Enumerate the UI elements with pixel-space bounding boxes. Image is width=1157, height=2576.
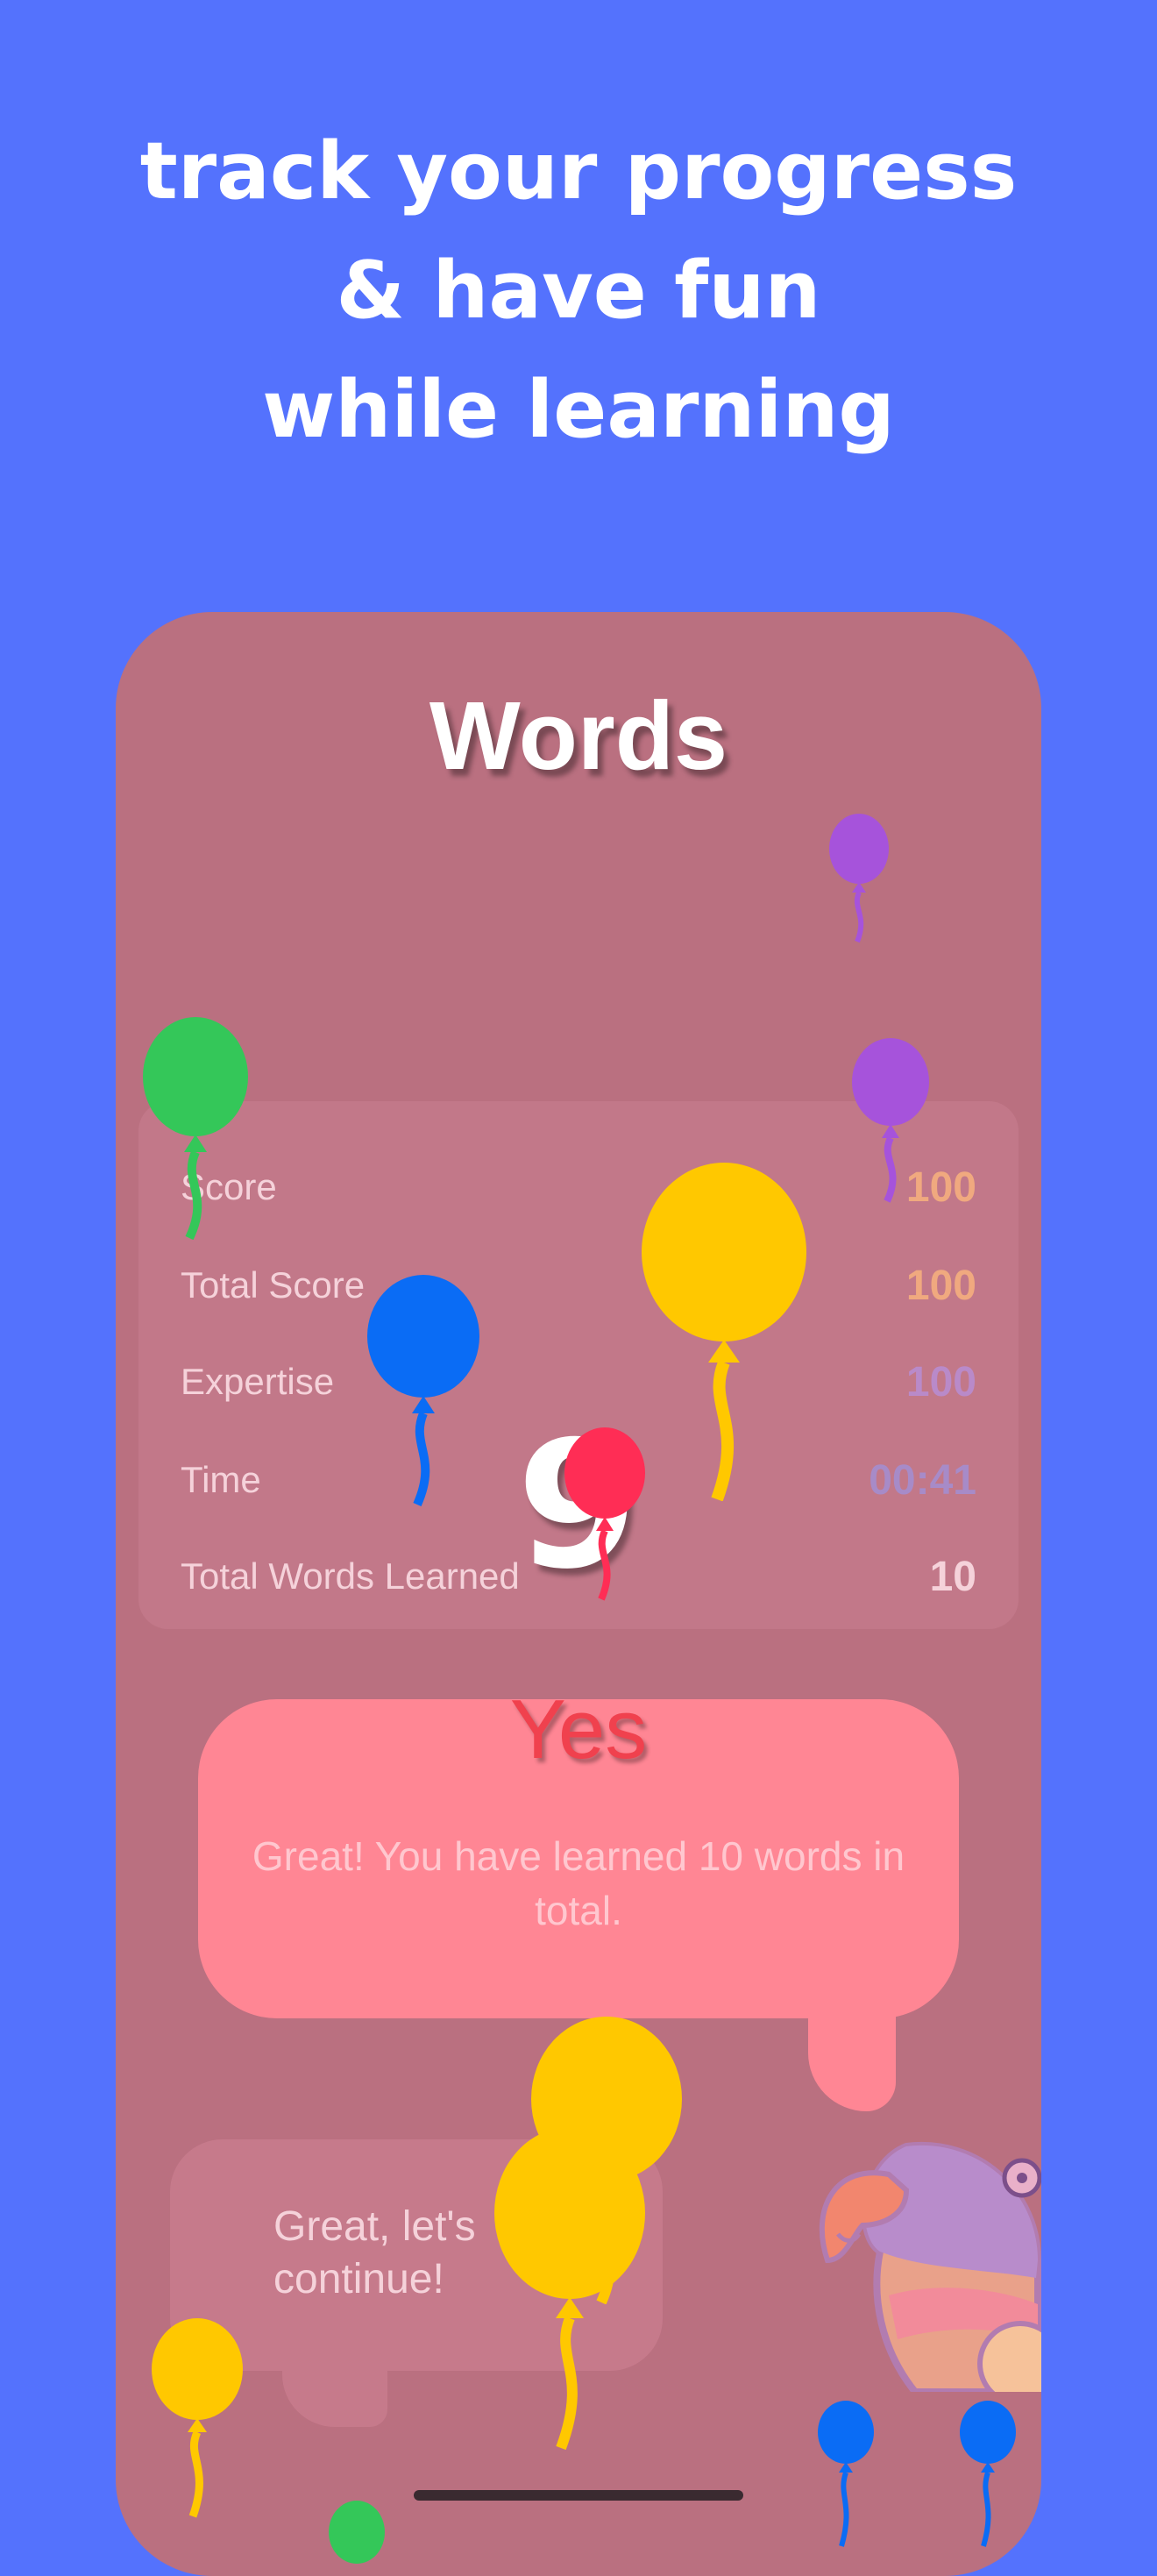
- stat-row-expertise: Expertise 100: [181, 1356, 976, 1408]
- balloon-icon: [829, 814, 889, 943]
- balloon-icon: [367, 1275, 479, 1506]
- headline: track your progress & have fun while lea…: [0, 112, 1157, 470]
- stat-label: Total Words Learned: [181, 1555, 520, 1597]
- headline-line-3: while learning: [262, 364, 895, 456]
- reply-bubble-tail: [282, 2330, 387, 2427]
- stat-row-total-score: Total Score 100: [181, 1259, 976, 1312]
- stat-value: 100: [905, 1358, 976, 1405]
- balloon-icon: [152, 2318, 243, 2518]
- balloon-icon: [642, 1163, 806, 1501]
- balloon-icon: [818, 2401, 874, 2547]
- balloon-icon: [960, 2401, 1016, 2547]
- balloon-icon: [329, 2501, 385, 2564]
- feedback-bubble-tail: [808, 1980, 896, 2111]
- stat-label: Total Score: [181, 1264, 366, 1306]
- stat-value: 10: [929, 1553, 976, 1600]
- balloon-icon: [494, 2127, 645, 2450]
- balloon-icon: [143, 1017, 248, 1240]
- balloon-icon: [564, 1427, 645, 1601]
- parrot-mascot-icon: [819, 2141, 1041, 2392]
- feedback-message: Great! You have learned 10 words in tota…: [252, 1833, 905, 1933]
- balloon-icon: [852, 1038, 929, 1203]
- headline-line-2: & have fun: [336, 245, 821, 337]
- feedback-title: Yes: [509, 1683, 648, 1776]
- headline-line-1: track your progress: [139, 125, 1018, 217]
- stat-value: 00:41: [869, 1456, 976, 1504]
- stat-label: Expertise: [181, 1361, 335, 1402]
- stat-label: Time: [181, 1459, 261, 1500]
- phone-screen: Words Score 100 Total Score 100 Expertis…: [116, 612, 1041, 2576]
- screen-title: Words: [429, 682, 728, 790]
- stat-value: 100: [905, 1262, 976, 1309]
- home-indicator[interactable]: [414, 2490, 743, 2501]
